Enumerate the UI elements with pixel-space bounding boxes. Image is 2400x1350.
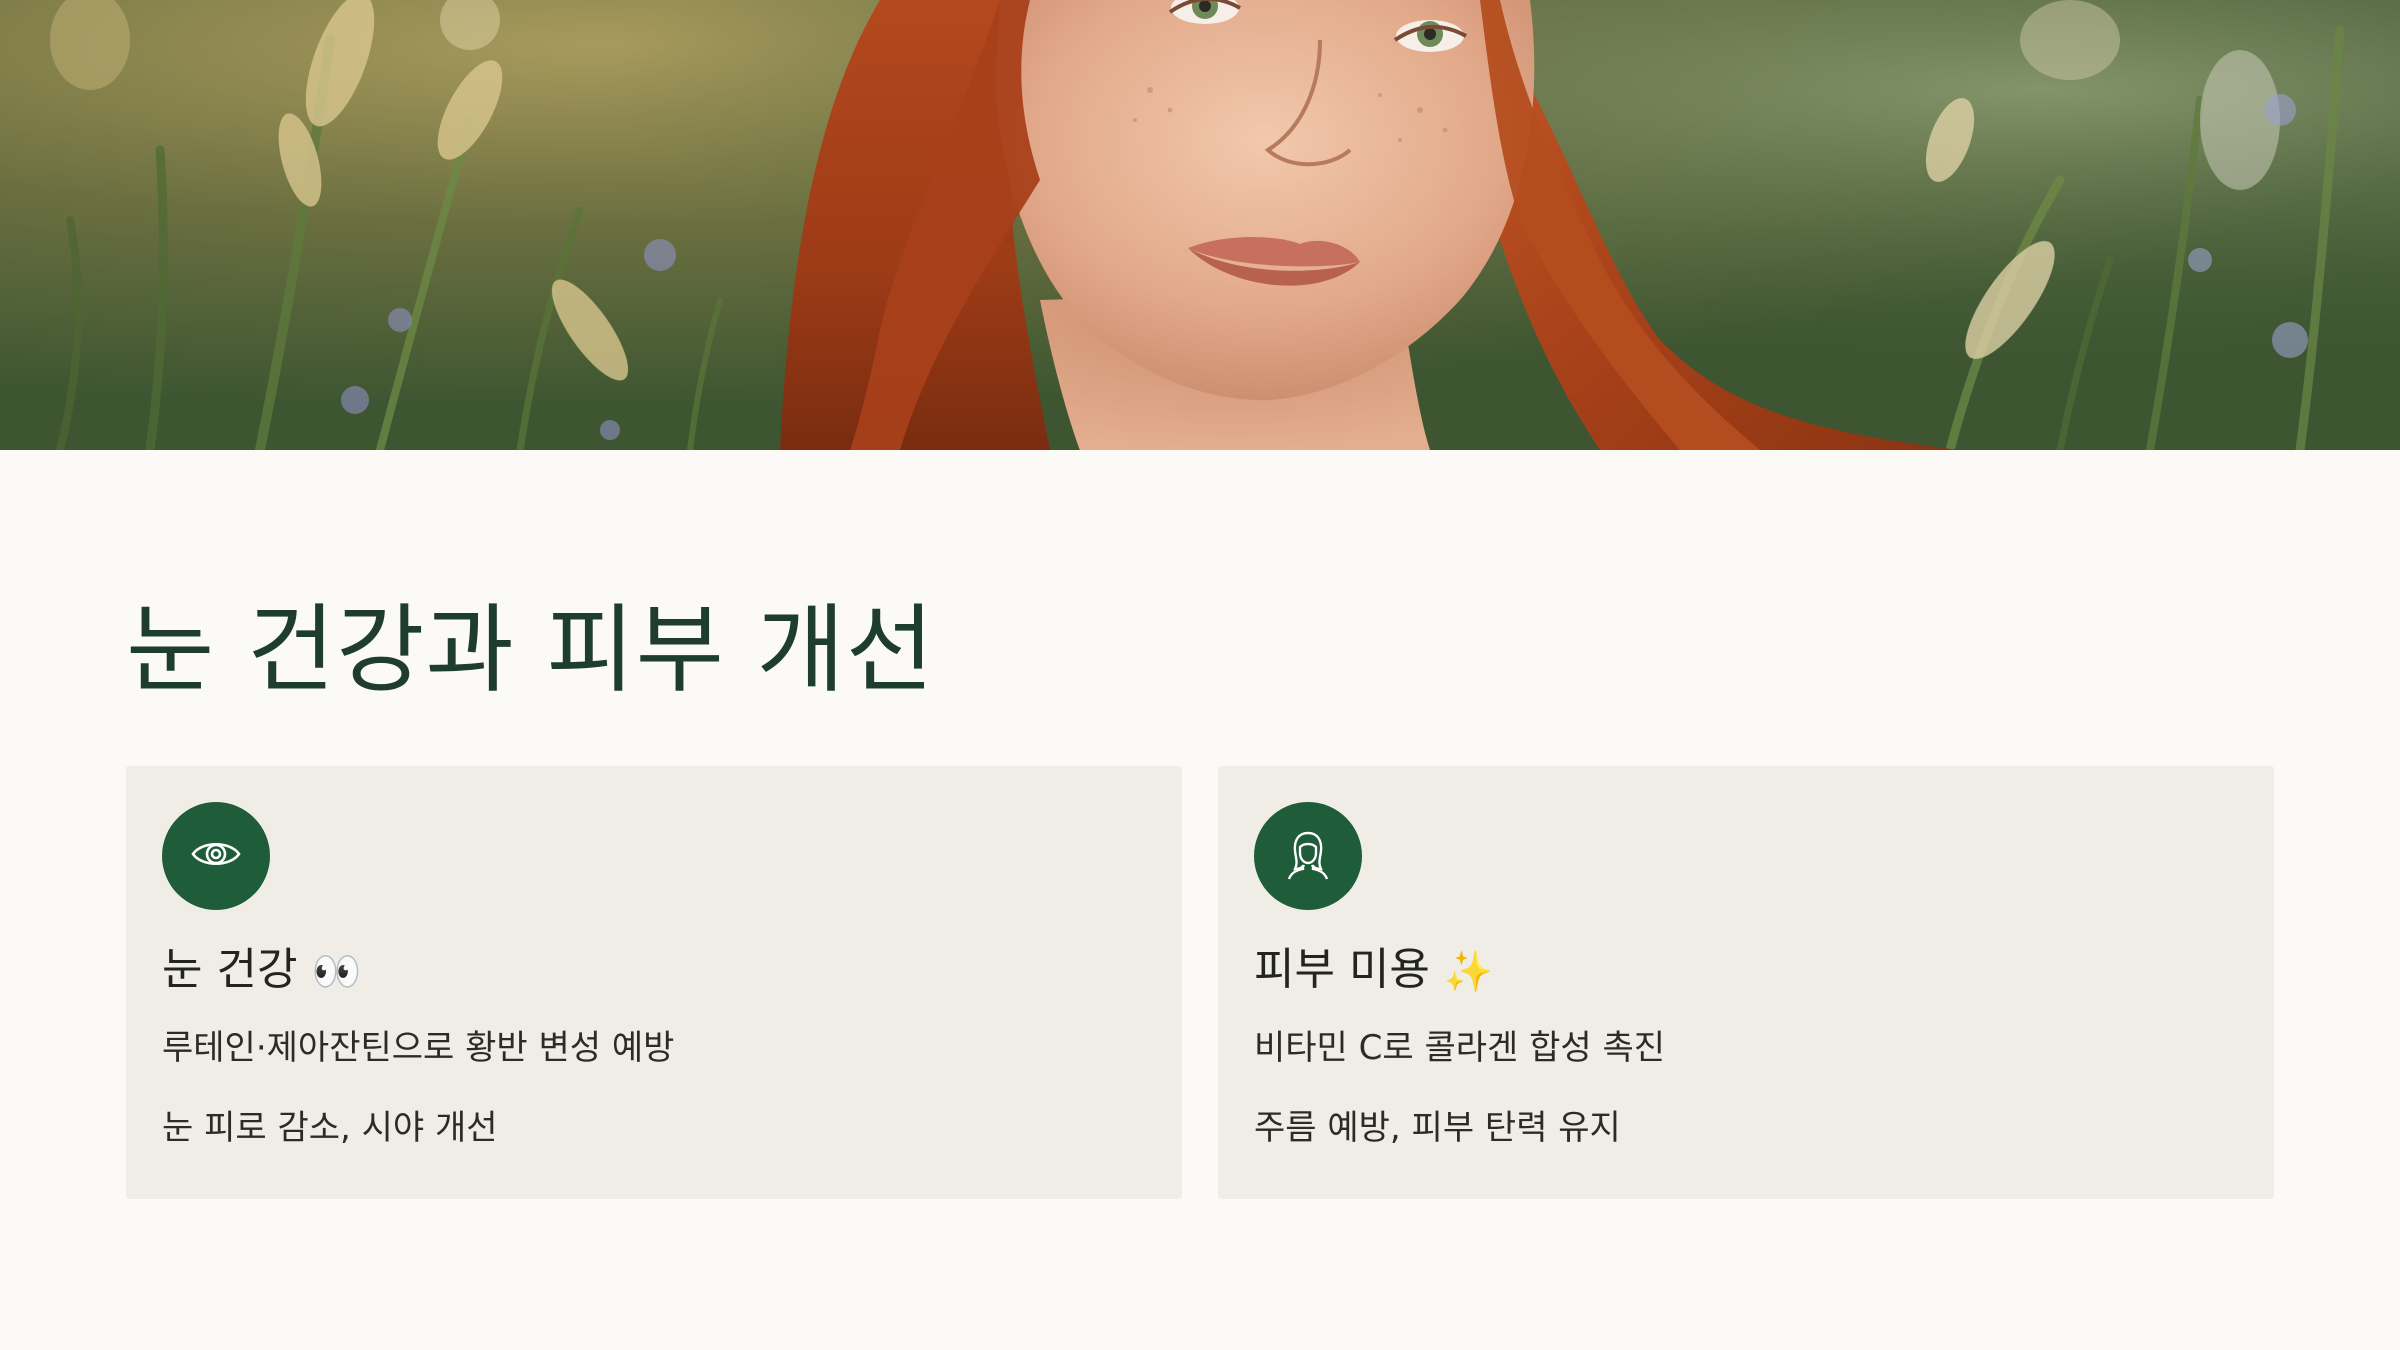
sparkles-emoji: ✨: [1443, 949, 1494, 995]
card-description-2: 주름 예방, 피부 탄력 유지: [1254, 1108, 1621, 1148]
eye-icon: [189, 827, 243, 885]
page: 눈 건강과 피부 개선 눈 건강 👀 루테인·제아잔틴으로 황반 변성 예방 눈…: [0, 0, 2400, 1350]
card-description-1: 루테인·제아잔틴으로 황반 변성 예방: [162, 1028, 675, 1068]
hero-photo: [0, 0, 2400, 450]
section-title: 눈 건강과 피부 개선: [126, 594, 936, 706]
eye-icon-badge: [162, 802, 270, 910]
card-title: 피부 미용 ✨: [1254, 940, 1494, 1002]
skin-beauty-card: 피부 미용 ✨ 비타민 C로 콜라겐 합성 촉진 주름 예방, 피부 탄력 유지: [1218, 766, 2274, 1199]
card-description-2: 눈 피로 감소, 시야 개선: [162, 1108, 498, 1148]
eyes-emoji: 👀: [311, 949, 362, 995]
card-title-text: 피부 미용: [1254, 944, 1430, 995]
eye-health-card: 눈 건강 👀 루테인·제아잔틴으로 황반 변성 예방 눈 피로 감소, 시야 개…: [126, 766, 1182, 1199]
woman-face-icon-badge: [1254, 802, 1362, 910]
card-title-text: 눈 건강: [162, 944, 298, 995]
card-description-1: 비타민 C로 콜라겐 합성 촉진: [1254, 1028, 1666, 1068]
woman-face-icon: [1281, 827, 1335, 885]
card-title: 눈 건강 👀: [162, 940, 361, 1002]
